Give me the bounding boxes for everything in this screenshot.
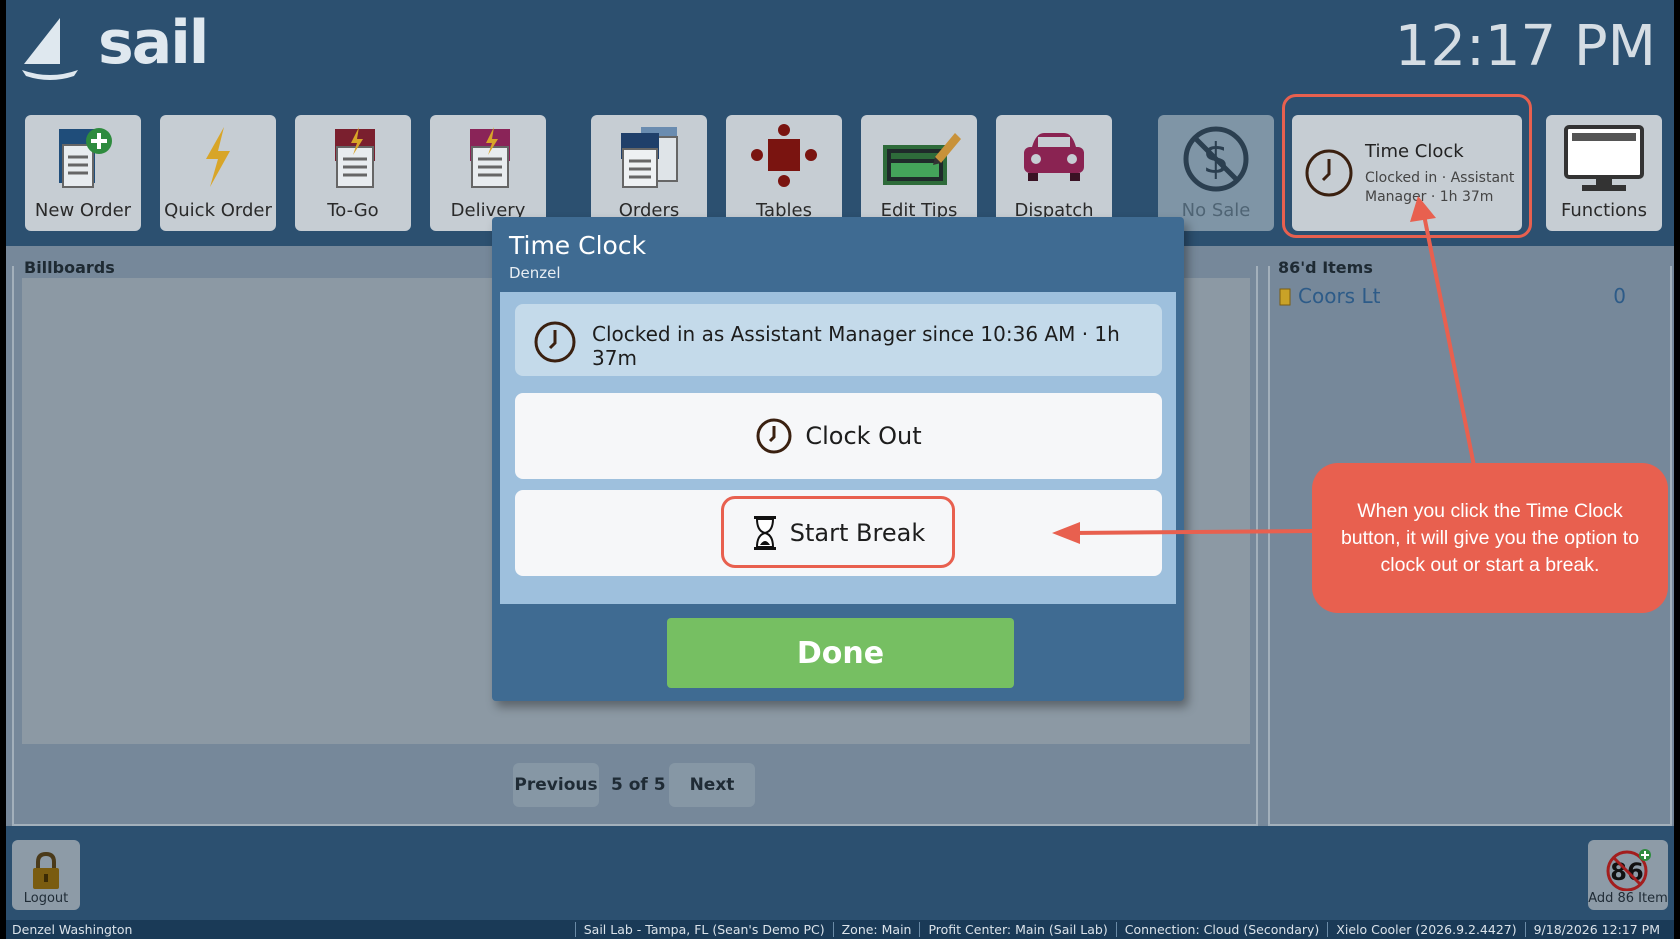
86-item-name: Coors Lt (1298, 284, 1381, 308)
toolbar-label: Functions (1561, 200, 1647, 221)
beer-icon (1279, 288, 1291, 306)
svg-text:$: $ (1203, 134, 1230, 183)
tables-icon (751, 124, 817, 187)
done-button[interactable]: Done (667, 618, 1014, 688)
86-item-count: 0 (1613, 284, 1626, 308)
clock-out-button[interactable]: Clock Out (515, 393, 1162, 479)
86-items-title: 86'd Items (1274, 258, 1377, 277)
toolbar-orders-button[interactable]: Orders (591, 115, 707, 231)
toolbar-functions-button[interactable]: Functions (1546, 115, 1662, 231)
time-clock-dialog: Time Clock Denzel Clocked in as Assistan… (492, 217, 1184, 701)
logout-label: Logout (23, 891, 69, 906)
toolbar-label: Quick Order (164, 200, 272, 221)
status-bar: Denzel Washington Sail Lab - Tampa, FL (… (6, 920, 1674, 939)
previous-button[interactable]: Previous (513, 763, 599, 807)
start-break-highlight (721, 496, 955, 568)
status-connection: Connection: Cloud (Secondary) (1115, 922, 1328, 937)
monitor-icon (1564, 125, 1644, 191)
pos-app: sail 12:17 PM New Order Quick Order To-G… (6, 0, 1674, 939)
status-zone: Zone: Main (832, 922, 920, 937)
status-user: Denzel Washington (12, 922, 133, 937)
dialog-title: Time Clock (509, 231, 647, 260)
logout-button[interactable]: Logout (12, 840, 80, 910)
annotation-callout: When you click the Time Clock button, it… (1312, 463, 1668, 613)
clock-icon (756, 418, 792, 454)
clock-status-text: Clocked in as Assistant Manager since 10… (592, 322, 1120, 370)
edit-tips-icon (883, 133, 961, 185)
page-indicator: 5 of 5 (611, 775, 666, 795)
clock-out-label: Clock Out (805, 422, 922, 450)
billboards-title: Billboards (20, 258, 119, 277)
next-button[interactable]: Next (669, 763, 755, 807)
toolbar-label: No Sale (1181, 200, 1251, 221)
sail-boat-icon (22, 18, 78, 80)
new-order-icon (59, 128, 112, 188)
86-item-row[interactable]: Coors Lt 0 (1276, 284, 1626, 310)
dialog-body: Clocked in as Assistant Manager since 10… (500, 292, 1176, 604)
toolbar-to-go-button[interactable]: To-Go (295, 115, 411, 231)
status-datetime: 9/18/2026 12:17 PM (1524, 922, 1668, 937)
clock-status-row: Clocked in as Assistant Manager since 10… (515, 304, 1162, 376)
header-clock: 12:17 PM (1394, 14, 1656, 79)
toolbar-label: New Order (34, 200, 132, 221)
time-clock-highlight (1282, 94, 1532, 238)
car-icon (1024, 133, 1084, 181)
toolbar-tables-button[interactable]: Tables (726, 115, 842, 231)
add-86-icon: 86 (1606, 849, 1651, 891)
callout-text: When you click the Time Clock button, it… (1340, 499, 1640, 576)
toolbar-no-sale-button[interactable]: $ No Sale (1158, 115, 1274, 231)
add-86-label: Add 86 Item (1588, 891, 1668, 906)
to-go-icon (335, 127, 375, 188)
footer-bar (6, 826, 1674, 920)
lock-icon (33, 851, 59, 889)
logo-text: sail (98, 8, 209, 78)
status-profit-center: Profit Center: Main (Sail Lab) (919, 922, 1115, 937)
sail-logo: sail (20, 8, 220, 84)
toolbar-dispatch-button[interactable]: Dispatch (996, 115, 1112, 231)
lightning-icon (206, 127, 230, 187)
toolbar-edit-tips-button[interactable]: Edit Tips (861, 115, 977, 231)
no-sale-icon: $ (1183, 126, 1249, 192)
toolbar-delivery-button[interactable]: Delivery (430, 115, 546, 231)
status-location: Sail Lab - Tampa, FL (Sean's Demo PC) (574, 922, 833, 937)
orders-icon (621, 127, 678, 188)
delivery-icon (470, 127, 510, 188)
toolbar-label: To-Go (327, 200, 379, 221)
status-version: Xielo Cooler (2026.9.2.4427) (1327, 922, 1524, 937)
dialog-subtitle: Denzel (509, 264, 561, 282)
toolbar-quick-order-button[interactable]: Quick Order (160, 115, 276, 231)
add-86-item-button[interactable]: 86 Add 86 Item (1588, 840, 1668, 910)
toolbar-new-order-button[interactable]: New Order (25, 115, 141, 231)
clock-icon (534, 321, 576, 363)
start-break-button[interactable]: Start Break (515, 490, 1162, 576)
